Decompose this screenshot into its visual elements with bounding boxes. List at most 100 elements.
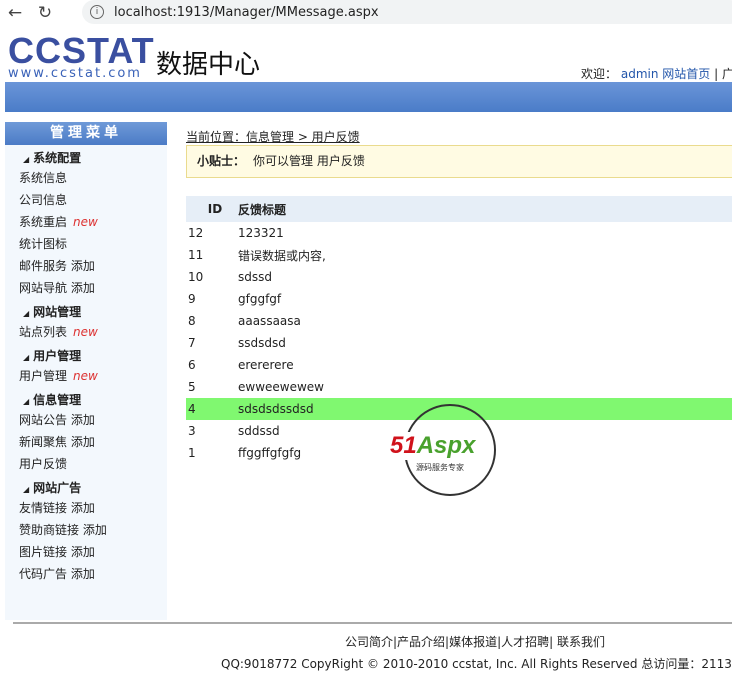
triangle-icon: ◢ <box>23 397 30 406</box>
sidebar-item[interactable]: 新闻聚焦 添加 <box>5 431 167 453</box>
table-row[interactable]: 9 gfggfgf <box>186 288 732 310</box>
logo-text: CCSTAT <box>8 30 155 71</box>
new-badge: new <box>73 325 98 339</box>
back-icon[interactable]: ← <box>0 3 30 23</box>
sidebar-item[interactable]: 图片链接 添加 <box>5 541 167 563</box>
cell-id: 1 <box>188 446 196 460</box>
ad-link[interactable]: 广告 <box>722 67 732 81</box>
sidebar-group[interactable]: ◢ 用户管理 <box>5 343 167 365</box>
sidebar-item[interactable]: 用户反馈 <box>5 453 167 475</box>
table-row[interactable]: 6 erererere <box>186 354 732 376</box>
nav-bar <box>5 82 732 112</box>
triangle-icon: ◢ <box>23 353 30 362</box>
breadcrumb: 当前位置：信息管理 > 用户反馈 <box>186 130 360 144</box>
url-text: localhost:1913/Manager/MMessage.aspx <box>114 4 379 20</box>
table-row[interactable]: 10 sdssd <box>186 266 732 288</box>
cell-title[interactable]: 123321 <box>238 226 732 240</box>
sidebar-item[interactable]: 邮件服务 添加 <box>5 255 167 277</box>
group-label: 信息管理 <box>33 393 82 407</box>
item-label[interactable]: 邮件服务 添加 <box>19 259 95 273</box>
cell-title[interactable]: erererere <box>238 358 732 372</box>
sidebar-item[interactable]: 网站公告 添加 <box>5 409 167 431</box>
cell-id: 4 <box>188 402 196 416</box>
tip-label: 小贴士： <box>197 154 246 168</box>
cell-title[interactable]: ewweewewew <box>238 380 732 394</box>
sidebar-item[interactable]: 代码广告 添加 <box>5 563 167 585</box>
item-label[interactable]: 网站公告 添加 <box>19 413 95 427</box>
cell-id: 6 <box>188 358 196 372</box>
sidebar-item[interactable]: 系统信息 <box>5 167 167 189</box>
cell-title[interactable]: gfggfgf <box>238 292 732 306</box>
item-label[interactable]: 友情链接 添加 <box>19 501 95 515</box>
table-row[interactable]: 5 ewweewewew <box>186 376 732 398</box>
sidebar-item[interactable]: 赞助商链接 添加 <box>5 519 167 541</box>
item-label[interactable]: 用户管理 <box>19 369 67 383</box>
footer-divider <box>13 622 732 624</box>
cell-id: 3 <box>188 424 196 438</box>
triangle-icon: ◢ <box>23 309 30 318</box>
reload-icon[interactable]: ↻ <box>30 3 60 23</box>
item-label[interactable]: 系统重启 <box>19 215 67 229</box>
sidebar-item[interactable]: 公司信息 <box>5 189 167 211</box>
sidebar-item[interactable]: 系统重启 new <box>5 211 167 233</box>
item-label[interactable]: 赞助商链接 添加 <box>19 523 107 537</box>
group-label: 系统配置 <box>33 151 82 165</box>
welcome-bar: 欢迎： admin 网站首页 | 广告 <box>581 65 732 82</box>
item-label[interactable]: 代码广告 添加 <box>19 567 95 581</box>
logo: CCSTAT www.ccstat.com <box>8 30 155 82</box>
info-icon[interactable]: i <box>90 5 104 19</box>
sidebar-item[interactable]: 用户管理 new <box>5 365 167 387</box>
table-row[interactable]: 11 错误数据或内容, <box>186 244 732 266</box>
table-row[interactable]: 12 123321 <box>186 222 732 244</box>
user-link[interactable]: admin <box>621 67 659 81</box>
site-title: 数据中心 <box>156 50 261 80</box>
header-id[interactable]: ID <box>186 202 238 216</box>
browser-toolbar: ← ↻ i localhost:1913/Manager/MMessage.asp… <box>0 0 732 26</box>
cell-id: 8 <box>188 314 196 328</box>
cell-id: 5 <box>188 380 196 394</box>
copyright: QQ:9018772 CopyRight © 2010-2010 ccstat,… <box>221 657 732 671</box>
home-link[interactable]: 网站首页 <box>662 67 710 81</box>
address-bar[interactable]: i localhost:1913/Manager/MMessage.aspx <box>82 0 732 24</box>
item-label[interactable]: 公司信息 <box>19 193 67 207</box>
sidebar-group[interactable]: ◢ 系统配置 <box>5 145 167 167</box>
sidebar-item[interactable]: 网站导航 添加 <box>5 277 167 299</box>
sidebar-item[interactable]: 统计图标 <box>5 233 167 255</box>
sidebar-item[interactable]: 站点列表 new <box>5 321 167 343</box>
item-label[interactable]: 站点列表 <box>19 325 67 339</box>
item-label[interactable]: 用户反馈 <box>19 457 67 471</box>
header-title[interactable]: 反馈标题 <box>238 201 732 218</box>
cell-id: 7 <box>188 336 196 350</box>
sidebar-item[interactable]: 友情链接 添加 <box>5 497 167 519</box>
table-row[interactable]: 8 aaassaasa <box>186 310 732 332</box>
tip-box: 小贴士： 你可以管理 用户反馈 <box>186 145 732 178</box>
watermark-slogan: 源码服务专家 <box>416 463 464 472</box>
sidebar-group[interactable]: ◢ 网站广告 <box>5 475 167 497</box>
sidebar-group[interactable]: ◢ 网站管理 <box>5 299 167 321</box>
cell-title[interactable]: sdssd <box>238 270 732 284</box>
cell-title[interactable]: 错误数据或内容, <box>238 247 732 264</box>
item-label[interactable]: 网站导航 添加 <box>19 281 95 295</box>
cell-title[interactable]: sdsdsdssdsd <box>238 402 732 416</box>
sidebar: 管理菜单 ◢ 系统配置 系统信息 公司信息 系统重启 new 统计图标 邮件服务 添加 网站导航… <box>5 122 167 620</box>
welcome-label: 欢迎： <box>581 67 618 81</box>
watermark-logo: 51Aspx <box>388 432 478 460</box>
cell-id: 12 <box>188 226 204 240</box>
item-label[interactable]: 系统信息 <box>19 171 67 185</box>
sidebar-title: 管理菜单 <box>5 122 167 145</box>
cell-title[interactable]: ssdsdsd <box>238 336 732 350</box>
table-header: ID 反馈标题 <box>186 196 732 222</box>
cell-id: 9 <box>188 292 196 306</box>
triangle-icon: ◢ <box>23 485 30 494</box>
item-label[interactable]: 图片链接 添加 <box>19 545 95 559</box>
cell-title[interactable]: aaassaasa <box>238 314 732 328</box>
group-label: 用户管理 <box>33 349 82 363</box>
tip-text: 你可以管理 用户反馈 <box>253 154 365 168</box>
sidebar-group[interactable]: ◢ 信息管理 <box>5 387 167 409</box>
item-label[interactable]: 统计图标 <box>19 237 67 251</box>
group-label: 网站管理 <box>33 305 82 319</box>
table-row[interactable]: 7 ssdsdsd <box>186 332 732 354</box>
cell-id: 10 <box>188 270 204 284</box>
item-label[interactable]: 新闻聚焦 添加 <box>19 435 95 449</box>
footer-links[interactable]: 公司简介|产品介绍|媒体报道|人才招聘| 联系我们 <box>345 633 605 650</box>
